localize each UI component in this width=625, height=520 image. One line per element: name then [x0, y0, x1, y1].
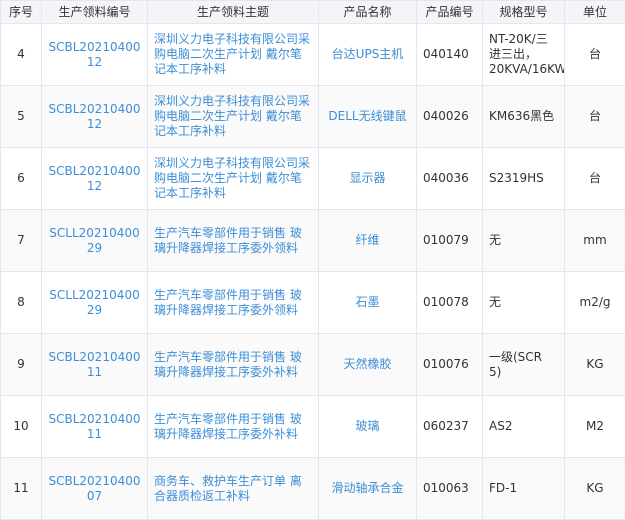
product-name-link[interactable]: 滑动轴承合金	[319, 458, 417, 520]
table-row: 9SCBL20210400 11生产汽车零部件用于销售 玻璃升降器焊接工序委外补…	[1, 334, 625, 396]
product-name-link[interactable]: 石墨	[319, 272, 417, 334]
table-row: 5SCBL20210400 12深圳义力电子科技有限公司采购电脑二次生产计划 戴…	[1, 86, 625, 148]
unit: KG	[565, 334, 625, 396]
column-code-header[interactable]: 生产领料编号	[42, 1, 148, 24]
table-row: 4SCBL20210400 12深圳义力电子科技有限公司采购电脑二次生产计划 戴…	[1, 24, 625, 86]
material-code-link[interactable]: SCBL20210400 07	[42, 458, 148, 520]
unit: mm	[565, 210, 625, 272]
material-theme-link[interactable]: 生产汽车零部件用于销售 玻璃升降器焊接工序委外领料	[148, 210, 319, 272]
product-number: 040140	[417, 24, 483, 86]
unit: KG	[565, 458, 625, 520]
column-product-header[interactable]: 产品名称	[319, 1, 417, 24]
product-name-link[interactable]: 玻璃	[319, 396, 417, 458]
product-number: 010076	[417, 334, 483, 396]
material-table: 序号生产领料编号生产领料主题产品名称产品编号规格型号单位 4SCBL202104…	[0, 0, 625, 520]
product-number: 010079	[417, 210, 483, 272]
row-index: 4	[1, 24, 42, 86]
table-row: 11SCBL20210400 07商务车、救护车生产订单 离合器质检返工补料滑动…	[1, 458, 625, 520]
material-code-link[interactable]: SCBL20210400 12	[42, 86, 148, 148]
row-index: 11	[1, 458, 42, 520]
table-header-row: 序号生产领料编号生产领料主题产品名称产品编号规格型号单位	[1, 1, 625, 24]
table-row: 7SCLL20210400 29生产汽车零部件用于销售 玻璃升降器焊接工序委外领…	[1, 210, 625, 272]
row-index: 10	[1, 396, 42, 458]
spec-model: AS2	[483, 396, 565, 458]
unit: 台	[565, 86, 625, 148]
row-index: 6	[1, 148, 42, 210]
column-spec-header[interactable]: 规格型号	[483, 1, 565, 24]
spec-model: FD-1	[483, 458, 565, 520]
product-name-link[interactable]: DELL无线键鼠	[319, 86, 417, 148]
material-code-link[interactable]: SCBL20210400 12	[42, 148, 148, 210]
material-theme-link[interactable]: 商务车、救护车生产订单 离合器质检返工补料	[148, 458, 319, 520]
table-body: 4SCBL20210400 12深圳义力电子科技有限公司采购电脑二次生产计划 戴…	[1, 24, 625, 520]
row-index: 5	[1, 86, 42, 148]
row-index: 9	[1, 334, 42, 396]
material-theme-link[interactable]: 深圳义力电子科技有限公司采购电脑二次生产计划 戴尔笔记本工序补料	[148, 148, 319, 210]
product-name-link[interactable]: 台达UPS主机	[319, 24, 417, 86]
spec-model: KM636黑色	[483, 86, 565, 148]
material-code-link[interactable]: SCLL20210400 29	[42, 210, 148, 272]
product-number: 010078	[417, 272, 483, 334]
column-theme-header[interactable]: 生产领料主题	[148, 1, 319, 24]
unit: 台	[565, 148, 625, 210]
spec-model: 一级(SCR 5)	[483, 334, 565, 396]
product-name-link[interactable]: 纤维	[319, 210, 417, 272]
product-name-link[interactable]: 显示器	[319, 148, 417, 210]
material-theme-link[interactable]: 深圳义力电子科技有限公司采购电脑二次生产计划 戴尔笔记本工序补料	[148, 24, 319, 86]
spec-model: 无	[483, 210, 565, 272]
row-index: 8	[1, 272, 42, 334]
material-theme-link[interactable]: 生产汽车零部件用于销售 玻璃升降器焊接工序委外领料	[148, 272, 319, 334]
material-code-link[interactable]: SCBL20210400 12	[42, 24, 148, 86]
row-index: 7	[1, 210, 42, 272]
column-product-no-header[interactable]: 产品编号	[417, 1, 483, 24]
spec-model: NT-20K/三进三出，20KVA/16KW	[483, 24, 565, 86]
product-name-link[interactable]: 天然橡胶	[319, 334, 417, 396]
unit: M2	[565, 396, 625, 458]
column-unit-header[interactable]: 单位	[565, 1, 625, 24]
table-row: 8SCLL20210400 29生产汽车零部件用于销售 玻璃升降器焊接工序委外领…	[1, 272, 625, 334]
spec-model: S2319HS	[483, 148, 565, 210]
table-row: 6SCBL20210400 12深圳义力电子科技有限公司采购电脑二次生产计划 戴…	[1, 148, 625, 210]
material-theme-link[interactable]: 生产汽车零部件用于销售 玻璃升降器焊接工序委外补料	[148, 334, 319, 396]
product-number: 040026	[417, 86, 483, 148]
column-index-header[interactable]: 序号	[1, 1, 42, 24]
unit: m2/g	[565, 272, 625, 334]
product-number: 010063	[417, 458, 483, 520]
spec-model: 无	[483, 272, 565, 334]
product-number: 040036	[417, 148, 483, 210]
material-code-link[interactable]: SCLL20210400 29	[42, 272, 148, 334]
material-theme-link[interactable]: 深圳义力电子科技有限公司采购电脑二次生产计划 戴尔笔记本工序补料	[148, 86, 319, 148]
product-number: 060237	[417, 396, 483, 458]
material-theme-link[interactable]: 生产汽车零部件用于销售 玻璃升降器焊接工序委外补料	[148, 396, 319, 458]
material-code-link[interactable]: SCBL20210400 11	[42, 334, 148, 396]
table-row: 10SCBL20210400 11生产汽车零部件用于销售 玻璃升降器焊接工序委外…	[1, 396, 625, 458]
material-code-link[interactable]: SCBL20210400 11	[42, 396, 148, 458]
unit: 台	[565, 24, 625, 86]
